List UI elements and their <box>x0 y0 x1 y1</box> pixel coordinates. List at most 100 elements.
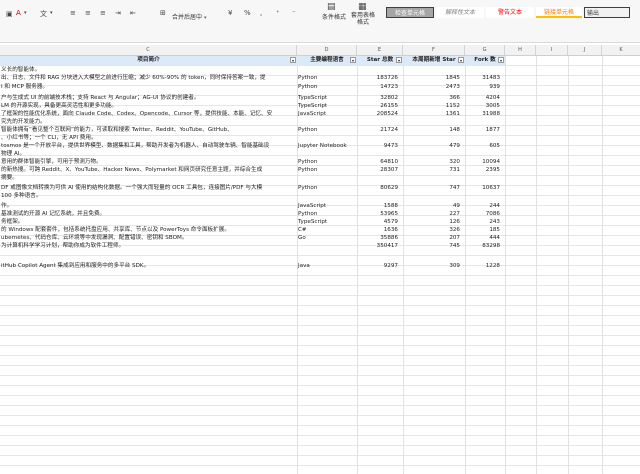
style-explanatory-text[interactable]: 解释性文本 <box>436 7 484 18</box>
cell-language[interactable]: JavaScript <box>297 110 357 118</box>
align-center-icon[interactable]: ≡ <box>85 9 91 17</box>
cell-intro[interactable]: 意用的群体智能引擎，可用于预测万物。 <box>0 158 297 166</box>
column-header-e[interactable]: E <box>357 45 403 55</box>
cell-forks[interactable]: 2395 <box>465 166 505 174</box>
cell-forks[interactable]: 10094 <box>465 158 505 166</box>
cell-language[interactable]: JavaScript <box>297 202 357 210</box>
cell-forks[interactable]: 1228 <box>465 262 505 270</box>
cell-forks[interactable]: 605 <box>465 142 505 150</box>
cell-forks[interactable]: 185 <box>465 226 505 234</box>
cell-language[interactable]: Java <box>297 262 357 270</box>
outdent-icon[interactable]: ⇤ <box>130 9 136 17</box>
column-header-d[interactable]: D <box>297 45 357 55</box>
cell-language[interactable]: Jupyter Notebook <box>297 142 357 150</box>
cell-forks[interactable]: 244 <box>465 202 505 210</box>
cell-stars[interactable]: 28307 <box>357 166 403 174</box>
cell-language[interactable]: C# <box>297 226 357 234</box>
cell-stars[interactable]: 21724 <box>357 126 403 134</box>
column-header-k[interactable]: K <box>602 45 640 55</box>
cell-new-stars[interactable]: 747 <box>403 184 465 192</box>
font-color-icon[interactable]: A <box>16 9 21 17</box>
cell-intro[interactable]: 作。 <box>0 202 297 210</box>
cell-forks[interactable]: 444 <box>465 234 505 242</box>
merge-center-icon[interactable]: ⊞ <box>160 9 166 17</box>
cell-new-stars[interactable]: 1361 <box>403 110 465 118</box>
cell-new-stars[interactable]: 479 <box>403 142 465 150</box>
cell-stars[interactable]: 208524 <box>357 110 403 118</box>
cell-new-stars[interactable]: 126 <box>403 218 465 226</box>
cell-new-stars[interactable]: 320 <box>403 158 465 166</box>
cell-stars[interactable]: 350417 <box>357 242 403 250</box>
cell-intro[interactable]: 物理 AI。 <box>0 150 297 158</box>
column-header-j[interactable]: J <box>568 45 602 55</box>
cell-forks[interactable]: 3005 <box>465 102 505 110</box>
cell-new-stars[interactable]: 1152 <box>403 102 465 110</box>
filter-dropdown-icon[interactable]: ▾ <box>290 57 296 63</box>
cell-intro[interactable]: 智能体拥有“看见整个互联网”的能力，可读取和搜索 Twitter、Reddit、… <box>0 126 297 134</box>
cell-language[interactable]: TypeScript <box>297 218 357 226</box>
cell-language[interactable]: Python <box>297 166 357 174</box>
cell-new-stars[interactable]: 148 <box>403 126 465 134</box>
table-format-icon[interactable]: ▦ <box>358 2 367 12</box>
conditional-format-icon[interactable]: ▤ <box>327 2 336 12</box>
dropdown-arrow-icon[interactable]: ▾ <box>50 10 53 16</box>
percent-format-icon[interactable]: % <box>244 9 251 17</box>
cell-forks[interactable]: 10637 <box>465 184 505 192</box>
cell-stars[interactable]: 35886 <box>357 234 403 242</box>
cell-new-stars[interactable]: 366 <box>403 94 465 102</box>
cell-new-stars[interactable]: 1845 <box>403 74 465 82</box>
table-format-button[interactable]: 套用表格 格式 <box>351 12 375 26</box>
cell-forks[interactable]: 31483 <box>465 74 505 82</box>
cell-stars[interactable]: 183726 <box>357 74 403 82</box>
cell-intro[interactable]: 究先的开发能力。 <box>0 118 297 126</box>
chinese-font-icon[interactable]: 文 <box>40 9 47 19</box>
style-warning-text[interactable]: 警告文本 <box>486 7 534 18</box>
filter-dropdown-icon[interactable]: ▾ <box>396 57 402 63</box>
cell-forks[interactable]: 31988 <box>465 110 505 118</box>
cell-new-stars[interactable]: 731 <box>403 166 465 174</box>
cell-forks[interactable]: 4204 <box>465 94 505 102</box>
cell-new-stars[interactable]: 309 <box>403 262 465 270</box>
cell-language[interactable]: Go <box>297 234 357 242</box>
style-linked-cell[interactable]: 链接单元格 <box>536 7 582 18</box>
cell-intro[interactable]: LM 的开源实现，具备更高灵活性和更多功能。 <box>0 102 297 110</box>
cell-stars[interactable]: 26155 <box>357 102 403 110</box>
cell-intro[interactable]: itHub Copilot Agent 集成到应用和服务中的多平台 SDK。 <box>0 262 297 270</box>
cell-stars[interactable]: 4579 <box>357 218 403 226</box>
cell-stars[interactable]: 1636 <box>357 226 403 234</box>
header-cell-intro[interactable]: 项目简介 ▾ <box>0 56 297 65</box>
column-header-f[interactable]: F <box>403 45 465 55</box>
cell-language[interactable]: Python <box>297 210 357 218</box>
cell-intro[interactable]: 摘要。 <box>0 174 297 182</box>
currency-format-icon[interactable]: ¥ <box>228 9 232 17</box>
filter-dropdown-icon[interactable]: ▾ <box>350 57 356 63</box>
header-cell-new-stars[interactable]: 本周期新增 Star ▾ <box>403 56 465 65</box>
cell-stars[interactable]: 9297 <box>357 262 403 270</box>
cell-stars[interactable]: 1588 <box>357 202 403 210</box>
cell-forks[interactable]: 939 <box>465 83 505 91</box>
cell-intro[interactable]: 100 多种语言。 <box>0 192 297 200</box>
filter-dropdown-icon[interactable]: ▾ <box>458 57 464 63</box>
cell-intro[interactable]: 义长的智能体。 <box>0 66 297 74</box>
header-cell-forks[interactable]: Fork 数 ▾ <box>465 56 505 65</box>
column-header-i[interactable]: I <box>536 45 568 55</box>
cell-intro[interactable]: 出、日志、文件和 RAG 分块进入大模型之前进行压缩；减少 60%-90% 的 … <box>0 74 297 82</box>
cell-stars[interactable]: 53965 <box>357 210 403 218</box>
cell-intro[interactable]: 户与生成式 UI 的前端技术栈；支持 React 与 Angular；AG-UI… <box>0 94 297 102</box>
fill-color-icon[interactable]: ▣ <box>6 10 13 18</box>
cell-stars[interactable]: 64810 <box>357 158 403 166</box>
cell-stars[interactable]: 80629 <box>357 184 403 192</box>
cell-intro[interactable]: 务框架。 <box>0 218 297 226</box>
conditional-format-button[interactable]: 条件格式 <box>322 12 346 21</box>
decrease-decimal-icon[interactable]: ⁻ <box>292 9 296 17</box>
align-left-icon[interactable]: ≡ <box>70 9 76 17</box>
cell-stars[interactable]: 14723 <box>357 83 403 91</box>
filter-dropdown-icon[interactable]: ▾ <box>498 57 504 63</box>
cell-new-stars[interactable]: 49 <box>403 202 465 210</box>
cell-language[interactable]: Python <box>297 158 357 166</box>
header-cell-language[interactable]: 主要编程语言 ▾ <box>297 56 357 65</box>
cell-intro[interactable]: 为计算机科学学习计划，帮助你成为软件工程师。 <box>0 242 297 250</box>
cell-intro[interactable]: I 和 MCP 服务器。 <box>0 83 297 91</box>
cell-language[interactable]: Python <box>297 126 357 134</box>
spreadsheet-grid[interactable]: 项目简介 ▾ 主要编程语言 ▾ Star 总数 ▾ 本周期新增 Star ▾ F… <box>0 56 640 474</box>
